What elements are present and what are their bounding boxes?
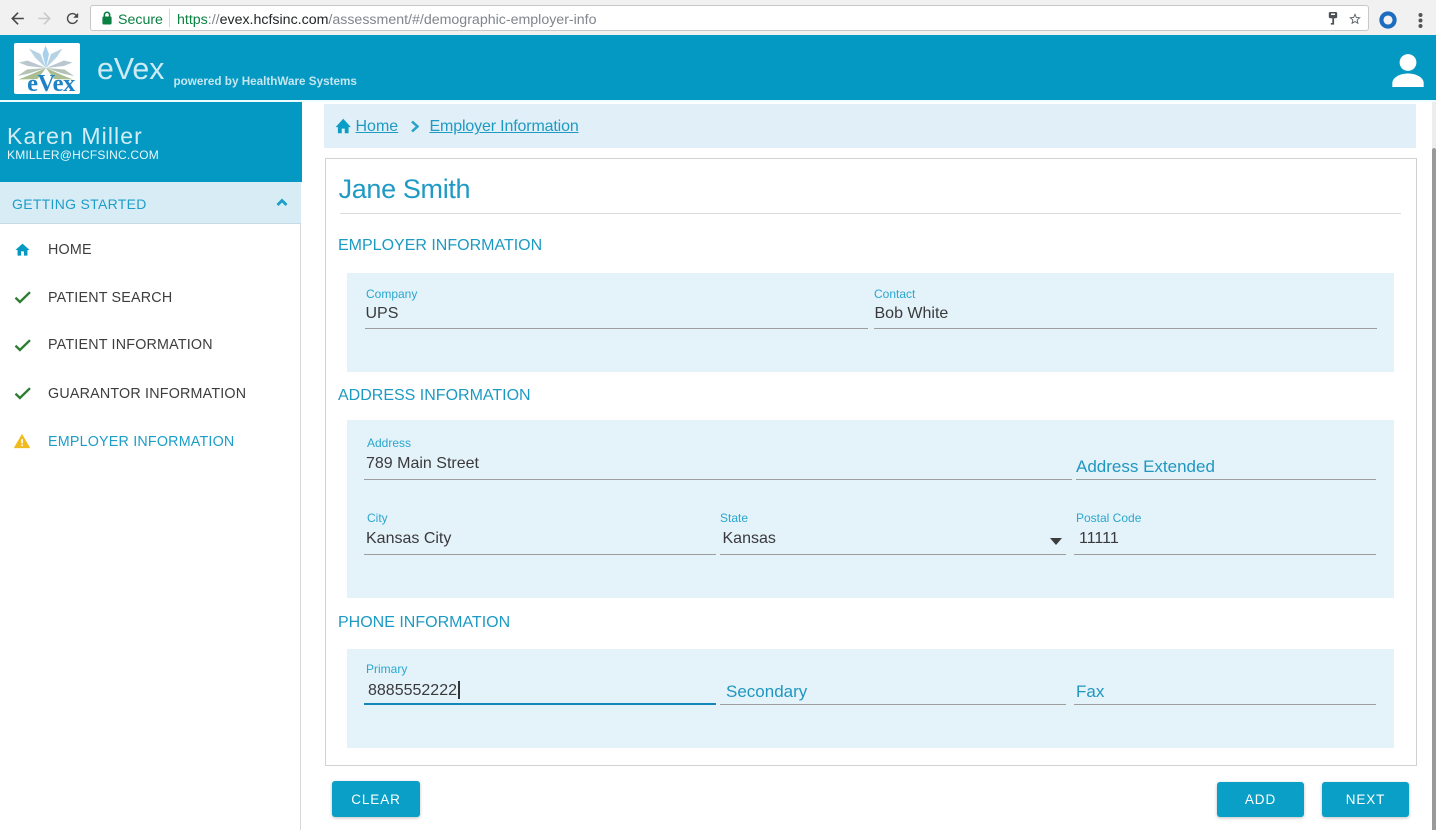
svg-text:eVex: eVex (27, 70, 76, 94)
